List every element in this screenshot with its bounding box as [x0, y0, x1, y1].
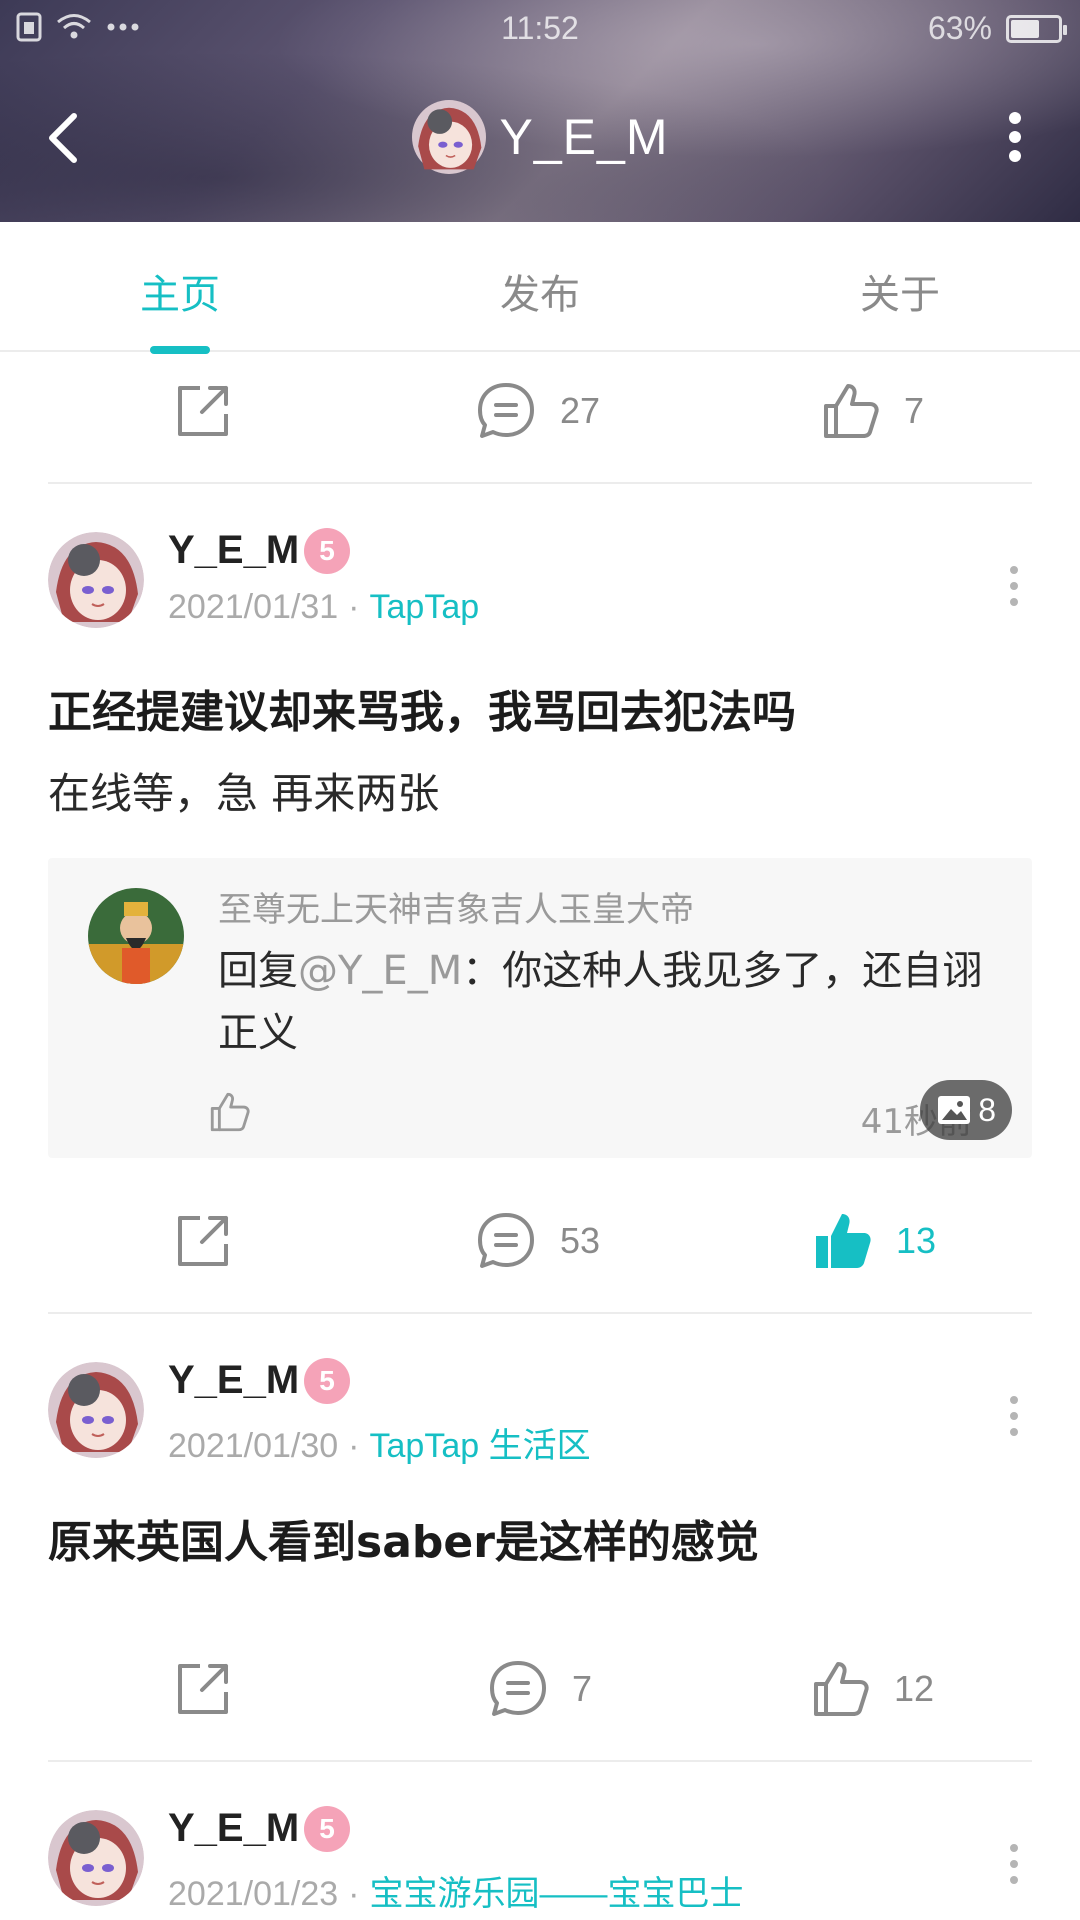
- post-title: 原来英国人看到saber是这样的感觉: [48, 1517, 759, 1568]
- hot-reply[interactable]: 至尊无上天神吉象吉人玉皇大帝 回复@Y_E_M：你这种人我见多了，还自诩正义 4…: [48, 858, 1032, 1158]
- comment-button[interactable]: 7: [486, 1634, 592, 1744]
- like-button[interactable]: 13: [812, 1186, 936, 1296]
- post-card[interactable]: Y_E_M 5 2021/01/23 · 宝宝游乐园——宝宝巴士: [0, 1762, 1080, 1920]
- tab-posts[interactable]: 发布: [420, 262, 660, 320]
- reply-mention[interactable]: @Y_E_M: [298, 948, 462, 994]
- post-group-link[interactable]: 宝宝游乐园——宝宝巴士: [370, 1875, 744, 1913]
- post-more-button[interactable]: [1008, 1844, 1020, 1884]
- image-count: 8: [978, 1091, 996, 1128]
- share-button[interactable]: [172, 356, 234, 466]
- thumbs-up-icon: [814, 1662, 869, 1716]
- dot: [1010, 1412, 1018, 1420]
- status-time: 11:52: [501, 10, 579, 46]
- avatar[interactable]: [48, 1362, 144, 1458]
- avatar[interactable]: [48, 1810, 144, 1906]
- author-name[interactable]: Y_E_M: [168, 528, 299, 573]
- comment-icon: [490, 1661, 546, 1716]
- post-meta: 2021/01/31 · TapTap: [168, 588, 479, 627]
- comment-button[interactable]: 27: [474, 356, 600, 466]
- dot: [1010, 1860, 1018, 1868]
- more-options-button[interactable]: [1000, 112, 1030, 162]
- active-tab-indicator: [150, 346, 210, 354]
- battery-fill: [1011, 19, 1039, 38]
- dot: [1010, 598, 1018, 606]
- tab-about[interactable]: 关于: [780, 262, 1020, 320]
- reply-like-button[interactable]: [208, 1090, 252, 1138]
- avatar[interactable]: [411, 100, 486, 174]
- post-group-link[interactable]: TapTap 生活区: [370, 1427, 591, 1465]
- comment-count: 27: [560, 390, 601, 431]
- dot: [1010, 566, 1018, 574]
- comment-count: 7: [572, 1668, 593, 1709]
- comment-icon: [478, 1213, 534, 1268]
- reply-text: 回复@Y_E_M：你这种人我见多了，还自诩正义: [218, 940, 998, 1064]
- profile-header: 11:52 63% Y_E_M: [0, 0, 1080, 222]
- dot: [1009, 112, 1021, 124]
- post-group-link[interactable]: TapTap: [370, 588, 480, 626]
- post-meta: 2021/01/30 · TapTap 生活区: [168, 1418, 591, 1467]
- share-icon: [178, 386, 228, 436]
- author-name[interactable]: Y_E_M: [168, 1806, 299, 1851]
- like-count: 13: [896, 1220, 937, 1261]
- dot: [1010, 1428, 1018, 1436]
- reply-avatar[interactable]: [88, 888, 184, 984]
- post-actions: 53 13: [0, 1186, 1080, 1296]
- share-button[interactable]: [172, 1186, 234, 1296]
- reply-author[interactable]: 至尊无上天神吉象吉人玉皇大帝: [218, 882, 694, 931]
- like-button[interactable]: 7: [820, 356, 924, 466]
- battery-icon: [1006, 14, 1067, 43]
- dot: [1010, 582, 1018, 590]
- post-actions: 7 12: [0, 1634, 1080, 1744]
- dot: [1009, 150, 1021, 162]
- meta-separator: ·: [348, 588, 360, 626]
- meta-separator: ·: [348, 1875, 360, 1913]
- avatar[interactable]: [48, 532, 144, 628]
- image-icon: [938, 1096, 971, 1124]
- post-date: 2021/01/30: [168, 1427, 339, 1465]
- share-button[interactable]: [172, 1634, 234, 1744]
- dot: [1010, 1396, 1018, 1404]
- comment-icon: [478, 383, 534, 438]
- post-meta: 2021/01/23 · 宝宝游乐园——宝宝巴士: [168, 1866, 744, 1915]
- profile-tabs: 主页 发布 关于: [0, 222, 1080, 354]
- reply-prefix: 回复: [218, 948, 298, 994]
- post-date: 2021/01/23: [168, 1875, 339, 1913]
- meta-separator: ·: [348, 1427, 360, 1465]
- tab-home[interactable]: 主页: [60, 262, 300, 320]
- thumbs-up-icon: [824, 384, 879, 438]
- share-icon: [178, 1664, 228, 1714]
- level-badge: 5: [304, 1806, 350, 1852]
- level-badge: 5: [304, 1358, 350, 1404]
- author-name[interactable]: Y_E_M: [168, 1358, 299, 1403]
- thumbs-up-filled-icon: [816, 1214, 871, 1268]
- status-bar: 11:52 63%: [0, 0, 1080, 58]
- dot: [1009, 131, 1021, 143]
- dot: [1010, 1844, 1018, 1852]
- battery-percent: 63%: [927, 10, 992, 46]
- header-title-group: Y_E_M: [0, 100, 1080, 174]
- comment-button[interactable]: 53: [474, 1186, 600, 1296]
- dot: [1010, 1876, 1018, 1884]
- status-right: 63%: [927, 10, 1067, 47]
- like-button[interactable]: 12: [810, 1634, 934, 1744]
- like-count: 7: [904, 390, 925, 431]
- page-title: Y_E_M: [499, 109, 669, 165]
- post-actions: 27 7: [0, 356, 1080, 466]
- post-more-button[interactable]: [1008, 1396, 1020, 1436]
- post-title: 正经提建议却来骂我，我骂回去犯法吗: [48, 687, 796, 738]
- like-count: 12: [894, 1668, 935, 1709]
- post-date: 2021/01/31: [168, 588, 339, 626]
- level-badge: 5: [304, 528, 350, 574]
- image-count-badge[interactable]: 8: [920, 1080, 1012, 1140]
- share-icon: [178, 1216, 228, 1266]
- comment-count: 53: [560, 1220, 601, 1261]
- thumbs-up-icon: [210, 1092, 250, 1132]
- post-more-button[interactable]: [1008, 566, 1020, 606]
- post-body: 在线等，急 再来两张: [48, 769, 440, 818]
